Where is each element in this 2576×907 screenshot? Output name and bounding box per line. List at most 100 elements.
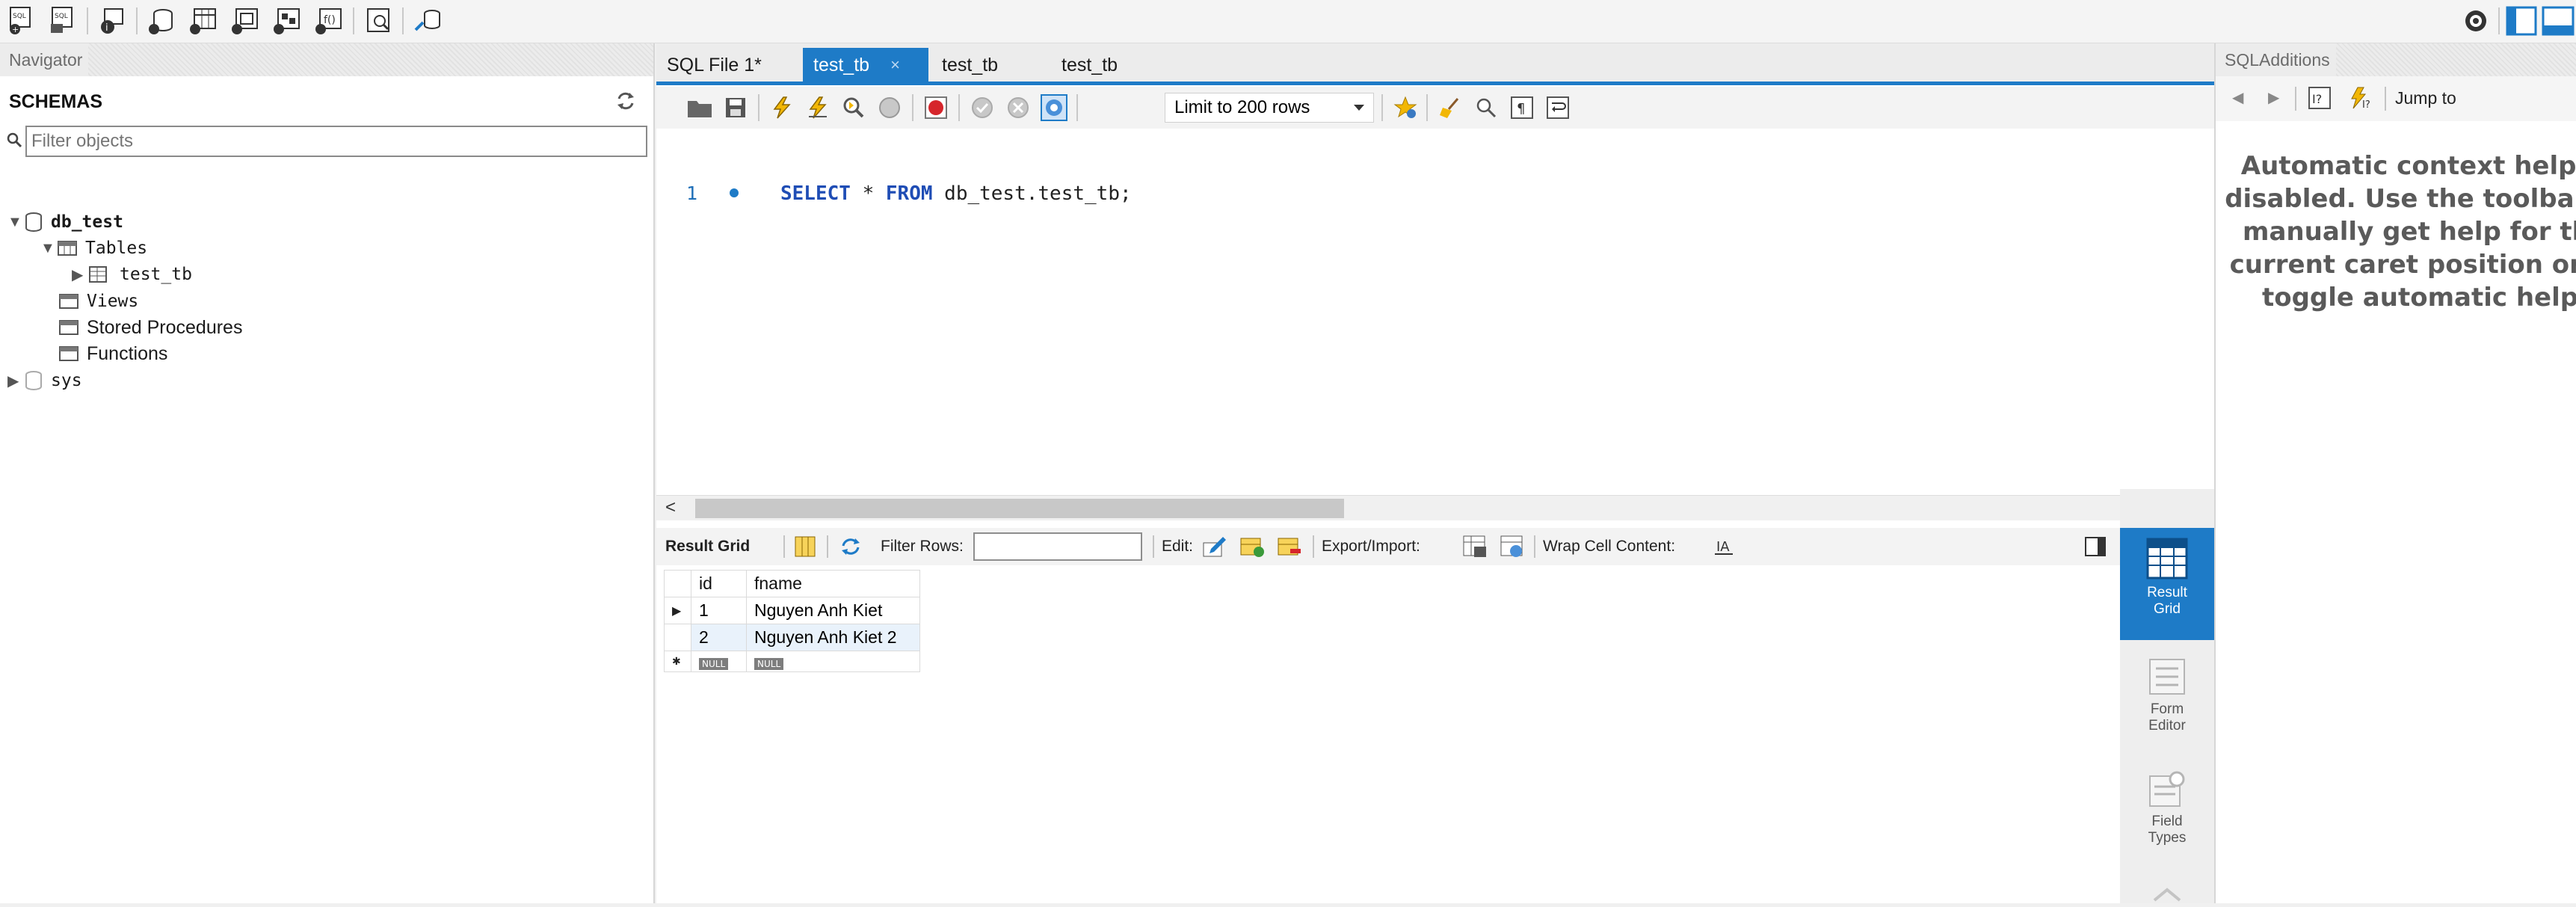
tab-test-tb-3[interactable]: test_tb xyxy=(1051,48,1128,82)
save-icon[interactable] xyxy=(719,91,752,124)
create-schema-icon[interactable] xyxy=(145,4,178,37)
manual-help-icon[interactable]: I? xyxy=(2307,85,2332,115)
database-icon xyxy=(25,212,42,232)
export-import-label: Export/Import: xyxy=(1322,538,1420,555)
scroll-left-icon[interactable]: < xyxy=(665,497,676,518)
code-line[interactable]: SELECT * FROM db_test.test_tb; xyxy=(780,182,1132,205)
tab-test-tb-active[interactable]: test_tb × xyxy=(803,48,928,82)
toggle-panel-icon[interactable] xyxy=(2084,528,2107,565)
null-badge: NULL xyxy=(754,658,784,670)
schemas-label: SCHEMAS xyxy=(9,91,103,112)
side-tab-form-editor[interactable]: Form Editor xyxy=(2120,648,2214,760)
refresh-results-icon[interactable] xyxy=(839,528,863,565)
find-replace-icon[interactable] xyxy=(1470,91,1503,124)
side-tab-label: Result xyxy=(2147,585,2187,600)
new-row[interactable]: ✱ NULL NULL xyxy=(664,651,920,672)
create-procedure-icon[interactable] xyxy=(271,4,303,37)
editor-toolbar: Limit to 200 rows ¶ xyxy=(656,87,2214,129)
expand-arrow-icon[interactable]: ▶ xyxy=(72,265,88,284)
tree-schema-db-test[interactable]: ▼ db_test xyxy=(7,209,123,235)
result-grid[interactable]: id fname ▶ 1 Nguyen Anh Kiet 2 Nguyen An… xyxy=(664,570,2120,903)
limit-dropdown-arrow-icon[interactable] xyxy=(1343,91,1375,124)
delete-row-icon[interactable] xyxy=(1277,528,1302,565)
sql-additions-header: SQLAdditions xyxy=(2216,43,2576,76)
grid-layout-icon[interactable] xyxy=(794,528,816,565)
filter-objects-input[interactable] xyxy=(25,126,647,157)
cell-fname[interactable]: Nguyen Anh Kiet 2 xyxy=(746,624,920,651)
word-wrap-icon[interactable] xyxy=(1541,91,1574,124)
tree-schema-sys[interactable]: ▶ sys xyxy=(7,368,82,393)
auto-help-icon[interactable]: I? xyxy=(2349,85,2374,115)
tree-views[interactable]: Views xyxy=(58,289,138,314)
execute-statement-icon[interactable] xyxy=(801,91,834,124)
svg-text:I?: I? xyxy=(2362,99,2370,111)
search-table-data-icon[interactable] xyxy=(362,4,395,37)
horizontal-scrollbar[interactable]: < > xyxy=(656,495,2214,520)
tab-label: test_tb xyxy=(1061,54,1118,76)
table-name: test_tb xyxy=(120,265,192,284)
jump-to-select[interactable]: Jump to xyxy=(2395,88,2456,108)
beautify-broom-icon[interactable] xyxy=(1434,91,1467,124)
settings-gear-icon[interactable] xyxy=(2459,4,2492,37)
toggle-sidebar-icon[interactable] xyxy=(2506,4,2539,37)
scroll-tabs-up-icon[interactable] xyxy=(2150,887,2184,905)
result-grid-label[interactable]: Result Grid xyxy=(665,528,750,565)
execute-icon[interactable] xyxy=(765,91,798,124)
tree-table-test-tb[interactable]: ▶ test_tb xyxy=(72,262,192,287)
toggle-stop-on-error-icon[interactable] xyxy=(919,91,952,124)
inspector-icon[interactable]: i xyxy=(96,4,129,37)
back-arrow-icon[interactable]: ◀ xyxy=(2232,88,2243,107)
auto-commit-icon[interactable] xyxy=(1038,91,1070,124)
tree-tables[interactable]: ▼ Tables xyxy=(40,236,147,261)
explain-icon[interactable] xyxy=(837,91,870,124)
statement-marker-icon xyxy=(730,188,739,197)
insert-row-icon[interactable] xyxy=(1239,528,1265,565)
wrap-cell-label: Wrap Cell Content: xyxy=(1543,538,1676,555)
cell-id[interactable]: 2 xyxy=(691,624,747,651)
tables-folder-icon xyxy=(58,241,77,256)
side-tab-label: Editor xyxy=(2148,718,2186,734)
collapse-arrow-icon[interactable]: ▼ xyxy=(40,240,57,257)
export-icon[interactable] xyxy=(1462,528,1488,565)
add-snippet-star-icon[interactable] xyxy=(1389,91,1422,124)
scrollbar-thumb[interactable] xyxy=(695,499,1344,518)
sql-code-editor[interactable]: 1 SELECT * FROM db_test.test_tb; xyxy=(656,129,2214,495)
open-sql-script-icon[interactable]: SQL xyxy=(46,4,79,37)
table-row[interactable]: ▶ 1 Nguyen Anh Kiet xyxy=(664,597,920,624)
cell-fname[interactable]: Nguyen Anh Kiet xyxy=(746,597,920,624)
table-row[interactable]: 2 Nguyen Anh Kiet 2 xyxy=(664,624,920,651)
tab-sql-file-1[interactable]: SQL File 1* xyxy=(656,48,772,82)
commit-icon[interactable] xyxy=(966,91,999,124)
close-tab-icon[interactable]: × xyxy=(890,55,900,75)
filter-rows-input[interactable] xyxy=(973,532,1142,561)
forward-arrow-icon[interactable]: ▶ xyxy=(2268,88,2279,107)
create-table-icon[interactable] xyxy=(187,4,220,37)
side-tab-label: Grid xyxy=(2154,601,2181,617)
side-tab-result-grid[interactable]: Result Grid xyxy=(2120,528,2214,640)
tab-test-tb-2[interactable]: test_tb xyxy=(931,48,1008,82)
reconnect-icon[interactable] xyxy=(411,4,444,37)
tree-functions[interactable]: Functions xyxy=(58,341,167,366)
open-file-icon[interactable] xyxy=(683,91,716,124)
new-sql-tab-icon[interactable]: SQL + xyxy=(4,4,37,37)
import-icon[interactable] xyxy=(1500,528,1525,565)
expand-arrow-icon[interactable]: ▶ xyxy=(7,372,24,390)
svg-text:i: i xyxy=(105,22,108,34)
stop-icon[interactable] xyxy=(873,91,906,124)
column-header-id[interactable]: id xyxy=(691,570,747,597)
schema-name: db_test xyxy=(51,212,123,232)
refresh-schemas-icon[interactable] xyxy=(614,90,637,112)
wrap-cell-icon[interactable]: IA xyxy=(1713,528,1734,565)
column-header-fname[interactable]: fname xyxy=(746,570,920,597)
edit-row-icon[interactable] xyxy=(1202,528,1227,565)
create-function-icon[interactable]: f() xyxy=(312,4,345,37)
toggle-output-panel-icon[interactable] xyxy=(2542,4,2575,37)
invisible-chars-icon[interactable]: ¶ xyxy=(1506,91,1538,124)
side-tab-field-types[interactable]: Field Types xyxy=(2120,760,2214,872)
tree-stored-procedures[interactable]: Stored Procedures xyxy=(58,315,242,340)
field-types-icon xyxy=(2149,771,2185,807)
rollback-icon[interactable] xyxy=(1002,91,1035,124)
create-view-icon[interactable] xyxy=(229,4,262,37)
cell-id[interactable]: 1 xyxy=(691,597,747,624)
collapse-arrow-icon[interactable]: ▼ xyxy=(7,214,24,231)
